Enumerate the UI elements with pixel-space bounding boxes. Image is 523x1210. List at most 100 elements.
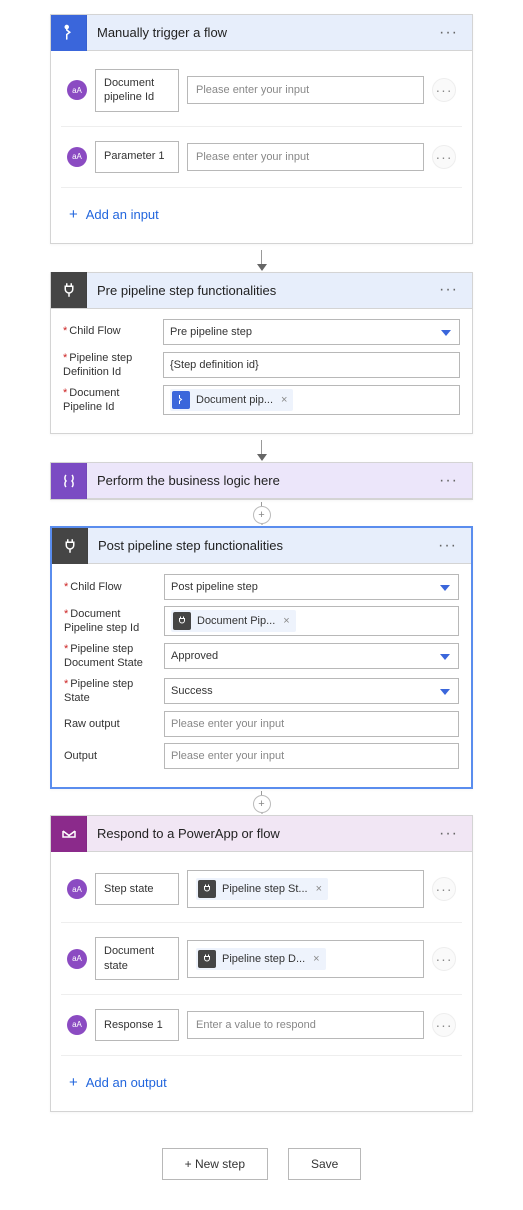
document-state-select[interactable]: Approved [164,643,459,669]
param-menu-icon[interactable]: ··· [432,947,456,971]
param-label[interactable]: Document pipeline Id [95,69,179,112]
card-menu-icon[interactable]: ··· [434,537,461,555]
connector-arrow: + [50,500,473,526]
pipeline-id-input[interactable]: Document pip... × [163,385,460,415]
add-output-label: Add an output [86,1075,167,1090]
field-label: *Document Pipeline step Id [64,607,164,636]
trigger-icon [51,15,87,51]
dynamic-token[interactable]: Document Pip... × [171,610,296,632]
card-post-pipeline[interactable]: Post pipeline step functionalities ··· *… [50,526,473,789]
param-row: aA Document state Pipeline step D... × ·… [61,923,462,995]
child-flow-select[interactable]: Pre pipeline step [163,319,460,345]
param-label[interactable]: Step state [95,873,179,905]
token-trigger-icon [172,391,190,409]
field-label: *Pipeline step Definition Id [63,351,163,380]
param-menu-icon[interactable]: ··· [432,1013,456,1037]
raw-output-input[interactable]: Please enter your input [164,711,459,737]
dynamic-token[interactable]: Document pip... × [170,389,293,411]
output-input[interactable]: Please enter your input [164,743,459,769]
form-row: *Pipeline step Document State Approved [64,642,459,671]
param-avatar-icon: aA [67,80,87,100]
new-step-button[interactable]: + New step [162,1148,268,1180]
form-row: *Child Flow Post pipeline step [64,574,459,600]
add-output-button[interactable]: + Add an output [61,1056,462,1101]
connector-arrow [50,434,473,462]
param-value-input[interactable]: Pipeline step St... × [187,870,424,908]
card-respond[interactable]: Respond to a PowerApp or flow ··· aA Ste… [50,815,473,1112]
card-header-biz[interactable]: Perform the business logic here ··· [51,463,472,499]
token-plug-icon [198,950,216,968]
field-label: *Pipeline step Document State [64,642,164,671]
field-label: *Pipeline step State [64,677,164,706]
token-label: Pipeline step St... [222,883,308,895]
definition-id-input[interactable]: {Step definition id} [163,352,460,378]
form-row: Output Please enter your input [64,743,459,769]
param-row: aA Document pipeline Id Please enter you… [61,55,462,127]
param-menu-icon[interactable]: ··· [432,145,456,169]
form-row: Raw output Please enter your input [64,711,459,737]
card-header-pre[interactable]: Pre pipeline step functionalities ··· [51,273,472,309]
add-input-label: Add an input [86,207,159,222]
connector-arrow [50,244,473,272]
form-row: *Pipeline step State Success [64,677,459,706]
field-label: Raw output [64,717,164,731]
param-menu-icon[interactable]: ··· [432,877,456,901]
card-header-trigger[interactable]: Manually trigger a flow ··· [51,15,472,51]
plug-icon [51,272,87,308]
card-menu-icon[interactable]: ··· [435,281,462,299]
param-label[interactable]: Response 1 [95,1009,179,1041]
card-header-respond[interactable]: Respond to a PowerApp or flow ··· [51,816,472,852]
scope-icon [51,463,87,499]
card-title: Pre pipeline step functionalities [87,283,435,298]
card-menu-icon[interactable]: ··· [435,825,462,843]
card-body-respond: aA Step state Pipeline step St... × ··· … [51,852,472,1111]
pipeline-step-id-input[interactable]: Document Pip... × [164,606,459,636]
field-label: *Document Pipeline Id [63,386,163,415]
add-input-button[interactable]: + Add an input [61,188,462,233]
respond-icon [51,816,87,852]
token-label: Pipeline step D... [222,953,305,965]
card-business-logic[interactable]: Perform the business logic here ··· [50,462,473,500]
insert-step-button[interactable]: + [253,506,271,524]
card-title: Manually trigger a flow [87,25,435,40]
param-row: aA Step state Pipeline step St... × ··· [61,856,462,923]
dynamic-token[interactable]: Pipeline step D... × [196,948,326,970]
param-avatar-icon: aA [67,147,87,167]
dynamic-token[interactable]: Pipeline step St... × [196,878,328,900]
card-pre-pipeline[interactable]: Pre pipeline step functionalities ··· *C… [50,272,473,435]
step-state-select[interactable]: Success [164,678,459,704]
card-menu-icon[interactable]: ··· [435,472,462,490]
insert-step-button[interactable]: + [253,795,271,813]
form-row: *Document Pipeline Id Document pip... × [63,385,460,415]
param-menu-icon[interactable]: ··· [432,78,456,102]
field-label: *Child Flow [63,324,163,338]
token-remove-icon[interactable]: × [316,883,322,895]
card-trigger[interactable]: Manually trigger a flow ··· aA Document … [50,14,473,244]
param-value-input[interactable]: Please enter your input [187,143,424,171]
action-bar: + New step Save [50,1148,473,1180]
card-header-post[interactable]: Post pipeline step functionalities ··· [52,528,471,564]
param-avatar-icon: aA [67,1015,87,1035]
save-button[interactable]: Save [288,1148,361,1180]
form-row: *Child Flow Pre pipeline step [63,319,460,345]
param-row: aA Parameter 1 Please enter your input ·… [61,127,462,188]
form-row: *Document Pipeline step Id Document Pip.… [64,606,459,636]
field-label: Output [64,749,164,763]
param-value-input[interactable]: Please enter your input [187,76,424,104]
param-label[interactable]: Document state [95,937,179,980]
form-row: *Pipeline step Definition Id {Step defin… [63,351,460,380]
card-body-trigger: aA Document pipeline Id Please enter you… [51,51,472,243]
param-row: aA Response 1 Enter a value to respond ·… [61,995,462,1056]
child-flow-select[interactable]: Post pipeline step [164,574,459,600]
card-menu-icon[interactable]: ··· [435,24,462,42]
plus-icon: + [69,206,78,223]
param-value-input[interactable]: Enter a value to respond [187,1011,424,1039]
token-remove-icon[interactable]: × [283,615,289,627]
param-value-input[interactable]: Pipeline step D... × [187,940,424,978]
token-label: Document Pip... [197,615,275,627]
token-remove-icon[interactable]: × [281,394,287,406]
token-remove-icon[interactable]: × [313,953,319,965]
plus-icon: + [69,1074,78,1091]
param-label[interactable]: Parameter 1 [95,141,179,173]
card-title: Post pipeline step functionalities [88,538,434,553]
